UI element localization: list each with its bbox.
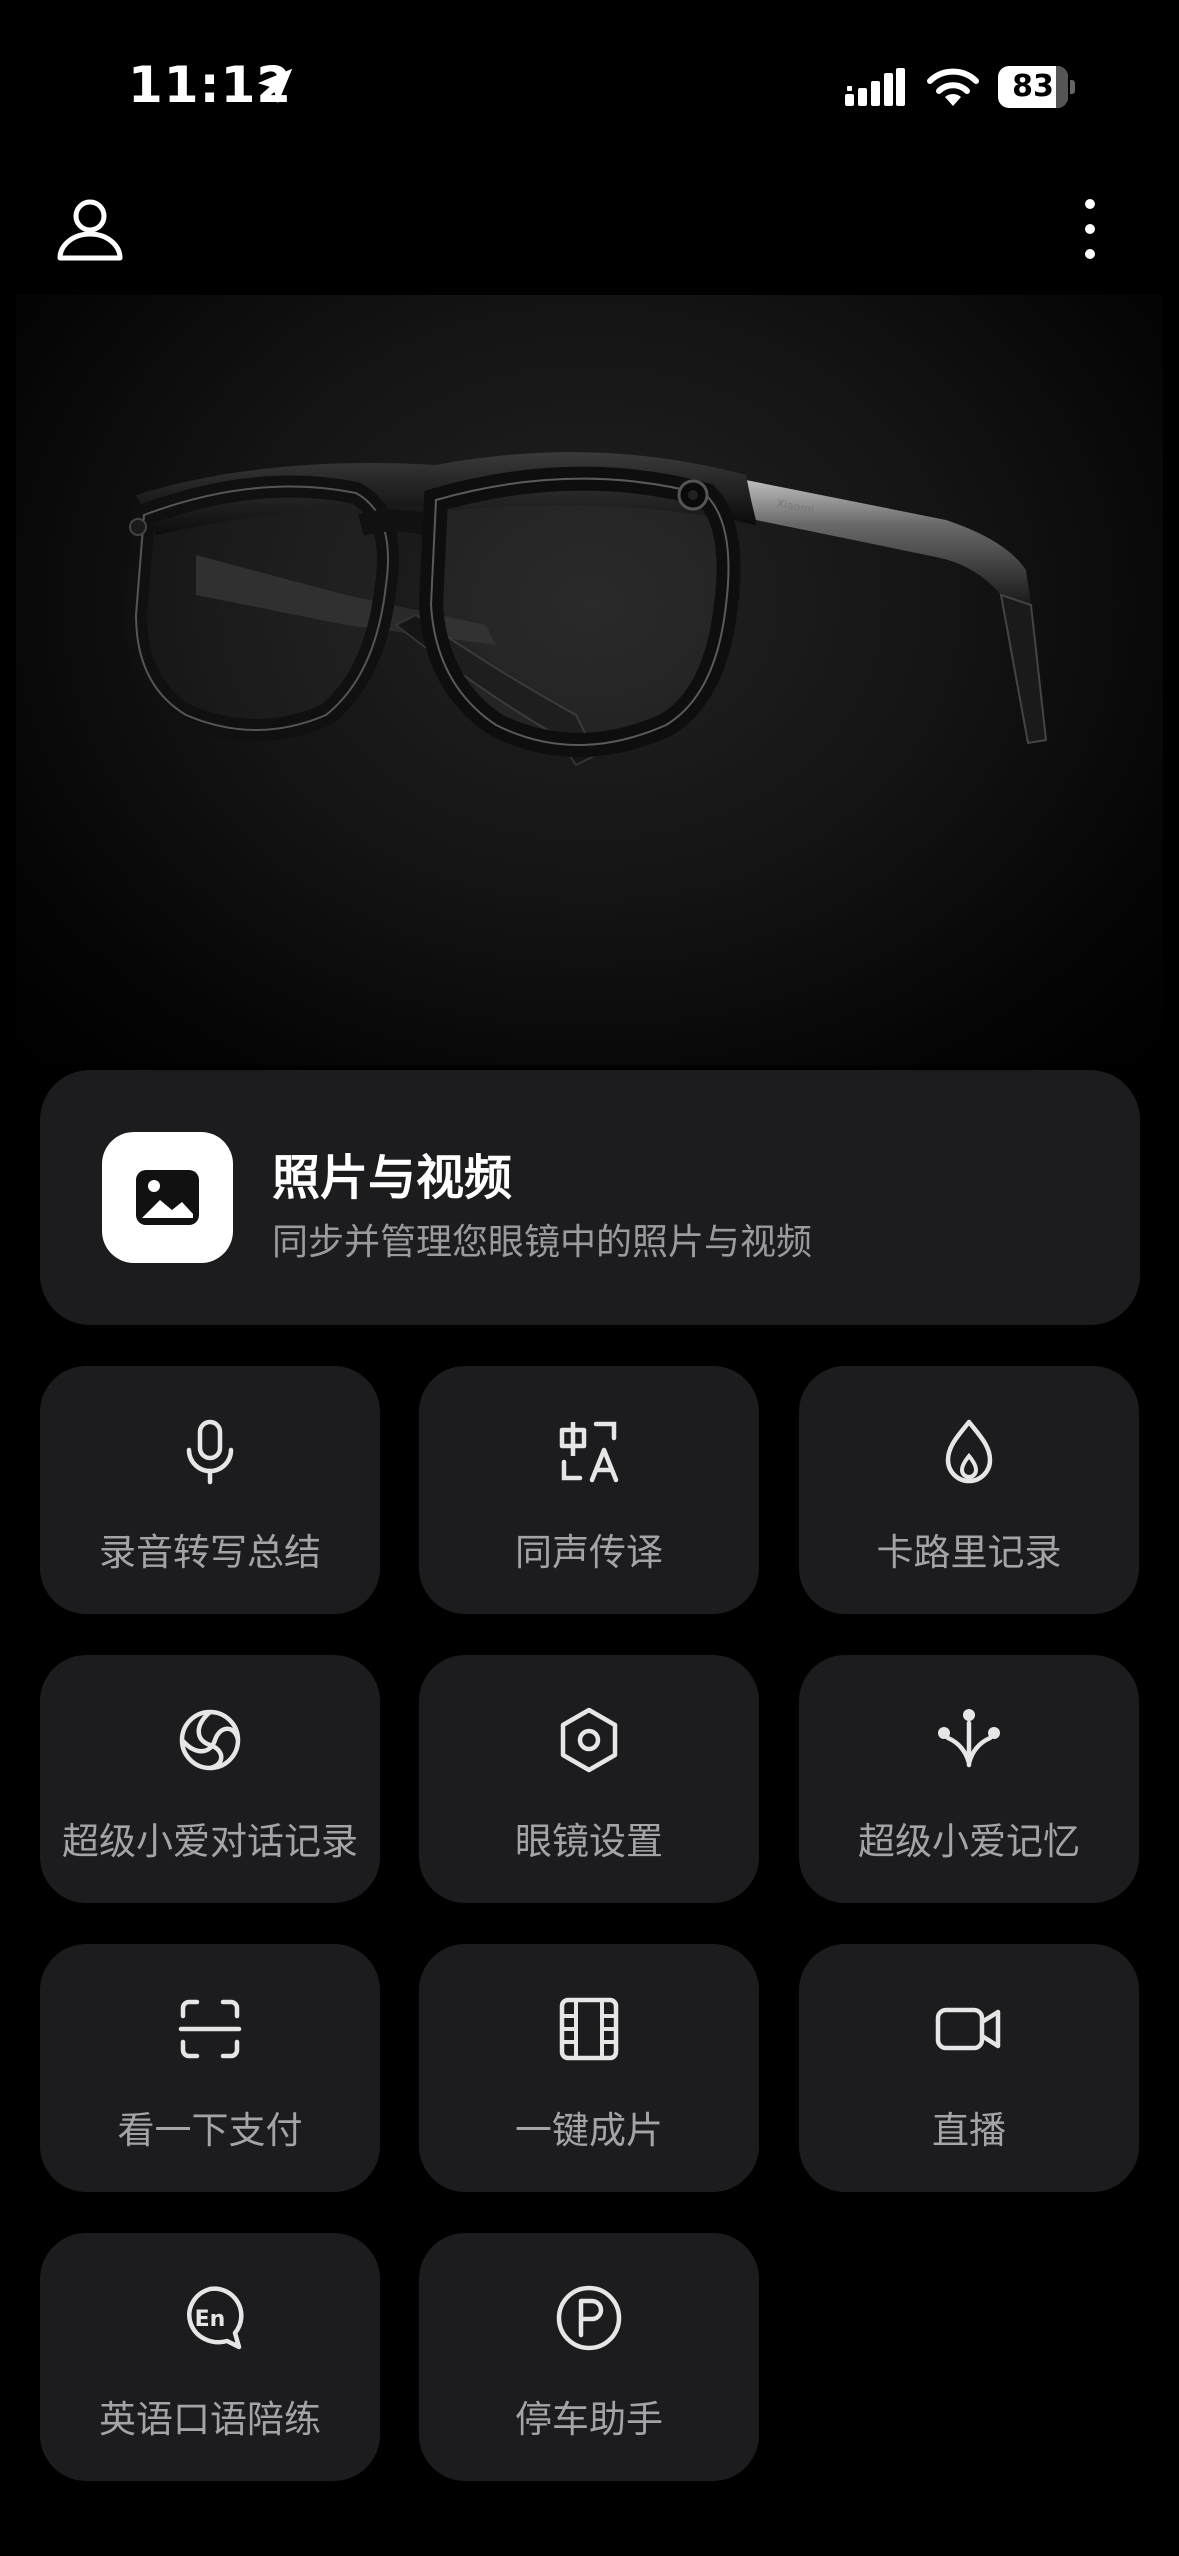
feature-label: 英语口语陪练 <box>99 2398 321 2441</box>
video-camera-icon <box>935 2007 1001 2051</box>
feature-label: 看一下支付 <box>117 2109 303 2152</box>
feature-label: 超级小爱对话记录 <box>62 1820 358 1863</box>
location-arrow-icon <box>257 68 293 104</box>
ai-swirl-icon <box>179 1709 241 1771</box>
glasses-hero-image: Xiaomi <box>16 295 1163 1065</box>
film-icon <box>559 1997 619 2061</box>
parking-icon <box>556 2285 622 2351</box>
photos-card-title: 照片与视频 <box>272 1150 513 1206</box>
microphone-icon <box>186 1419 234 1485</box>
status-bar: 11:12 83 <box>0 0 1179 175</box>
feature-label: 停车助手 <box>515 2398 663 2441</box>
feature-parking-assistant[interactable]: 停车助手 <box>419 2233 759 2481</box>
hexagon-settings-icon <box>560 1707 618 1773</box>
feature-english-speaking[interactable]: En 英语口语陪练 <box>40 2233 380 2481</box>
feature-label: 卡路里记录 <box>876 1531 1062 1574</box>
memory-nodes-icon <box>938 1709 1000 1768</box>
photos-icon-tile <box>102 1132 233 1263</box>
feature-label: 录音转写总结 <box>99 1531 321 1574</box>
feature-live-stream[interactable]: 直播 <box>799 1944 1139 2192</box>
feature-one-tap-video[interactable]: 一键成片 <box>419 1944 759 2192</box>
person-icon <box>57 199 123 261</box>
feature-label: 同声传译 <box>515 1531 663 1574</box>
feature-glance-pay[interactable]: 看一下支付 <box>40 1944 380 2192</box>
more-options-button[interactable] <box>1070 190 1110 270</box>
feature-ai-memory[interactable]: 超级小爱记忆 <box>799 1655 1139 1903</box>
photos-card-subtitle: 同步并管理您眼镜中的照片与视频 <box>272 1222 813 1263</box>
feature-glasses-settings[interactable]: 眼镜设置 <box>419 1655 759 1903</box>
profile-button[interactable] <box>50 190 130 270</box>
feature-recording-summary[interactable]: 录音转写总结 <box>40 1366 380 1614</box>
feature-calorie-log[interactable]: 卡路里记录 <box>799 1366 1139 1614</box>
feature-label: 直播 <box>932 2109 1006 2152</box>
feature-label: 超级小爱记忆 <box>858 1820 1080 1863</box>
photos-videos-card[interactable]: 照片与视频 同步并管理您眼镜中的照片与视频 <box>40 1070 1140 1325</box>
english-chat-icon: En <box>187 2286 244 2350</box>
svg-text:En: En <box>195 2307 226 2332</box>
image-icon <box>136 1170 199 1225</box>
scan-pay-icon <box>178 1999 242 2059</box>
flame-icon <box>945 1419 993 1484</box>
battery-indicator: 83 <box>998 66 1075 108</box>
cellular-signal-icon <box>845 68 905 106</box>
feature-label: 眼镜设置 <box>515 1820 663 1863</box>
feature-simultaneous-interpretation[interactable]: 同声传译 <box>419 1366 759 1614</box>
battery-percent: 83 <box>1012 69 1054 104</box>
feature-ai-chat-history[interactable]: 超级小爱对话记录 <box>40 1655 380 1903</box>
feature-label: 一键成片 <box>515 2109 663 2152</box>
translate-icon <box>559 1421 619 1483</box>
vertical-ellipsis-icon <box>1085 199 1095 259</box>
wifi-icon <box>927 68 979 106</box>
